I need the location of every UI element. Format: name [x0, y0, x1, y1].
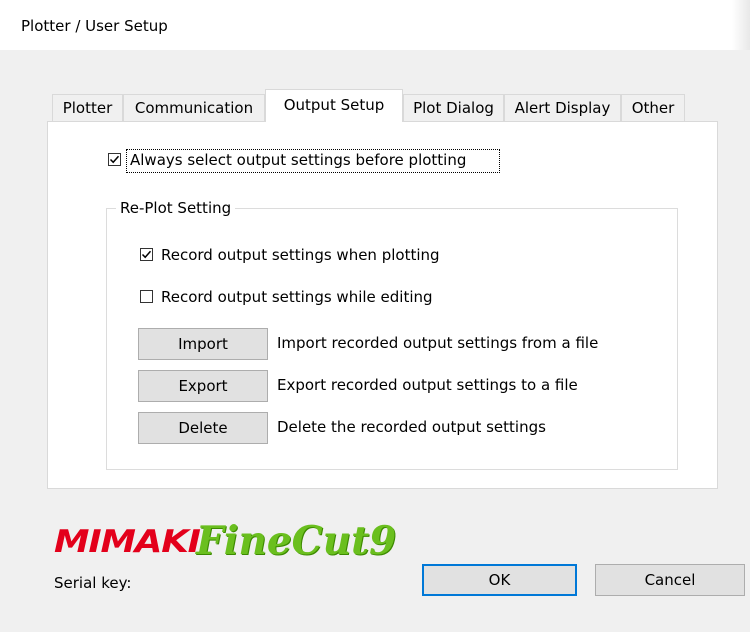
mimaki-logo: MIMAKI: [54, 524, 201, 560]
tab-communication[interactable]: Communication: [123, 94, 265, 121]
window-title: Plotter / User Setup: [21, 17, 168, 35]
tab-output-setup[interactable]: Output Setup: [265, 89, 403, 122]
export-button[interactable]: Export: [138, 370, 268, 402]
record-while-editing-label[interactable]: Record output settings while editing: [161, 288, 433, 306]
setup-dialog: Plotter / User Setup Plotter Communicati…: [0, 0, 750, 632]
always-select-label[interactable]: Always select output settings before plo…: [130, 151, 466, 169]
delete-description: Delete the recorded output settings: [277, 418, 546, 436]
replot-group-title: Re-Plot Setting: [116, 199, 236, 217]
serial-key-label: Serial key:: [54, 574, 132, 592]
import-description: Import recorded output settings from a f…: [277, 334, 599, 352]
delete-button[interactable]: Delete: [138, 412, 268, 444]
always-select-checkbox[interactable]: [108, 153, 121, 166]
tab-other[interactable]: Other: [621, 94, 685, 121]
import-button[interactable]: Import: [138, 328, 268, 360]
record-when-plotting-label[interactable]: Record output settings when plotting: [161, 246, 440, 264]
cancel-button[interactable]: Cancel: [595, 564, 745, 596]
finecut-logo: FineCut9: [196, 518, 397, 564]
tab-plotter[interactable]: Plotter: [52, 94, 123, 121]
checkmark-icon: [109, 155, 120, 164]
tab-alert-display[interactable]: Alert Display: [504, 94, 621, 121]
record-when-plotting-checkbox[interactable]: [140, 248, 153, 261]
checkmark-icon: [141, 250, 152, 259]
export-description: Export recorded output settings to a fil…: [277, 376, 578, 394]
tab-plot-dialog[interactable]: Plot Dialog: [403, 94, 504, 121]
record-while-editing-checkbox[interactable]: [140, 290, 153, 303]
title-bar[interactable]: Plotter / User Setup: [0, 0, 750, 50]
ok-button[interactable]: OK: [422, 564, 577, 596]
title-bar-edge: [732, 0, 750, 50]
